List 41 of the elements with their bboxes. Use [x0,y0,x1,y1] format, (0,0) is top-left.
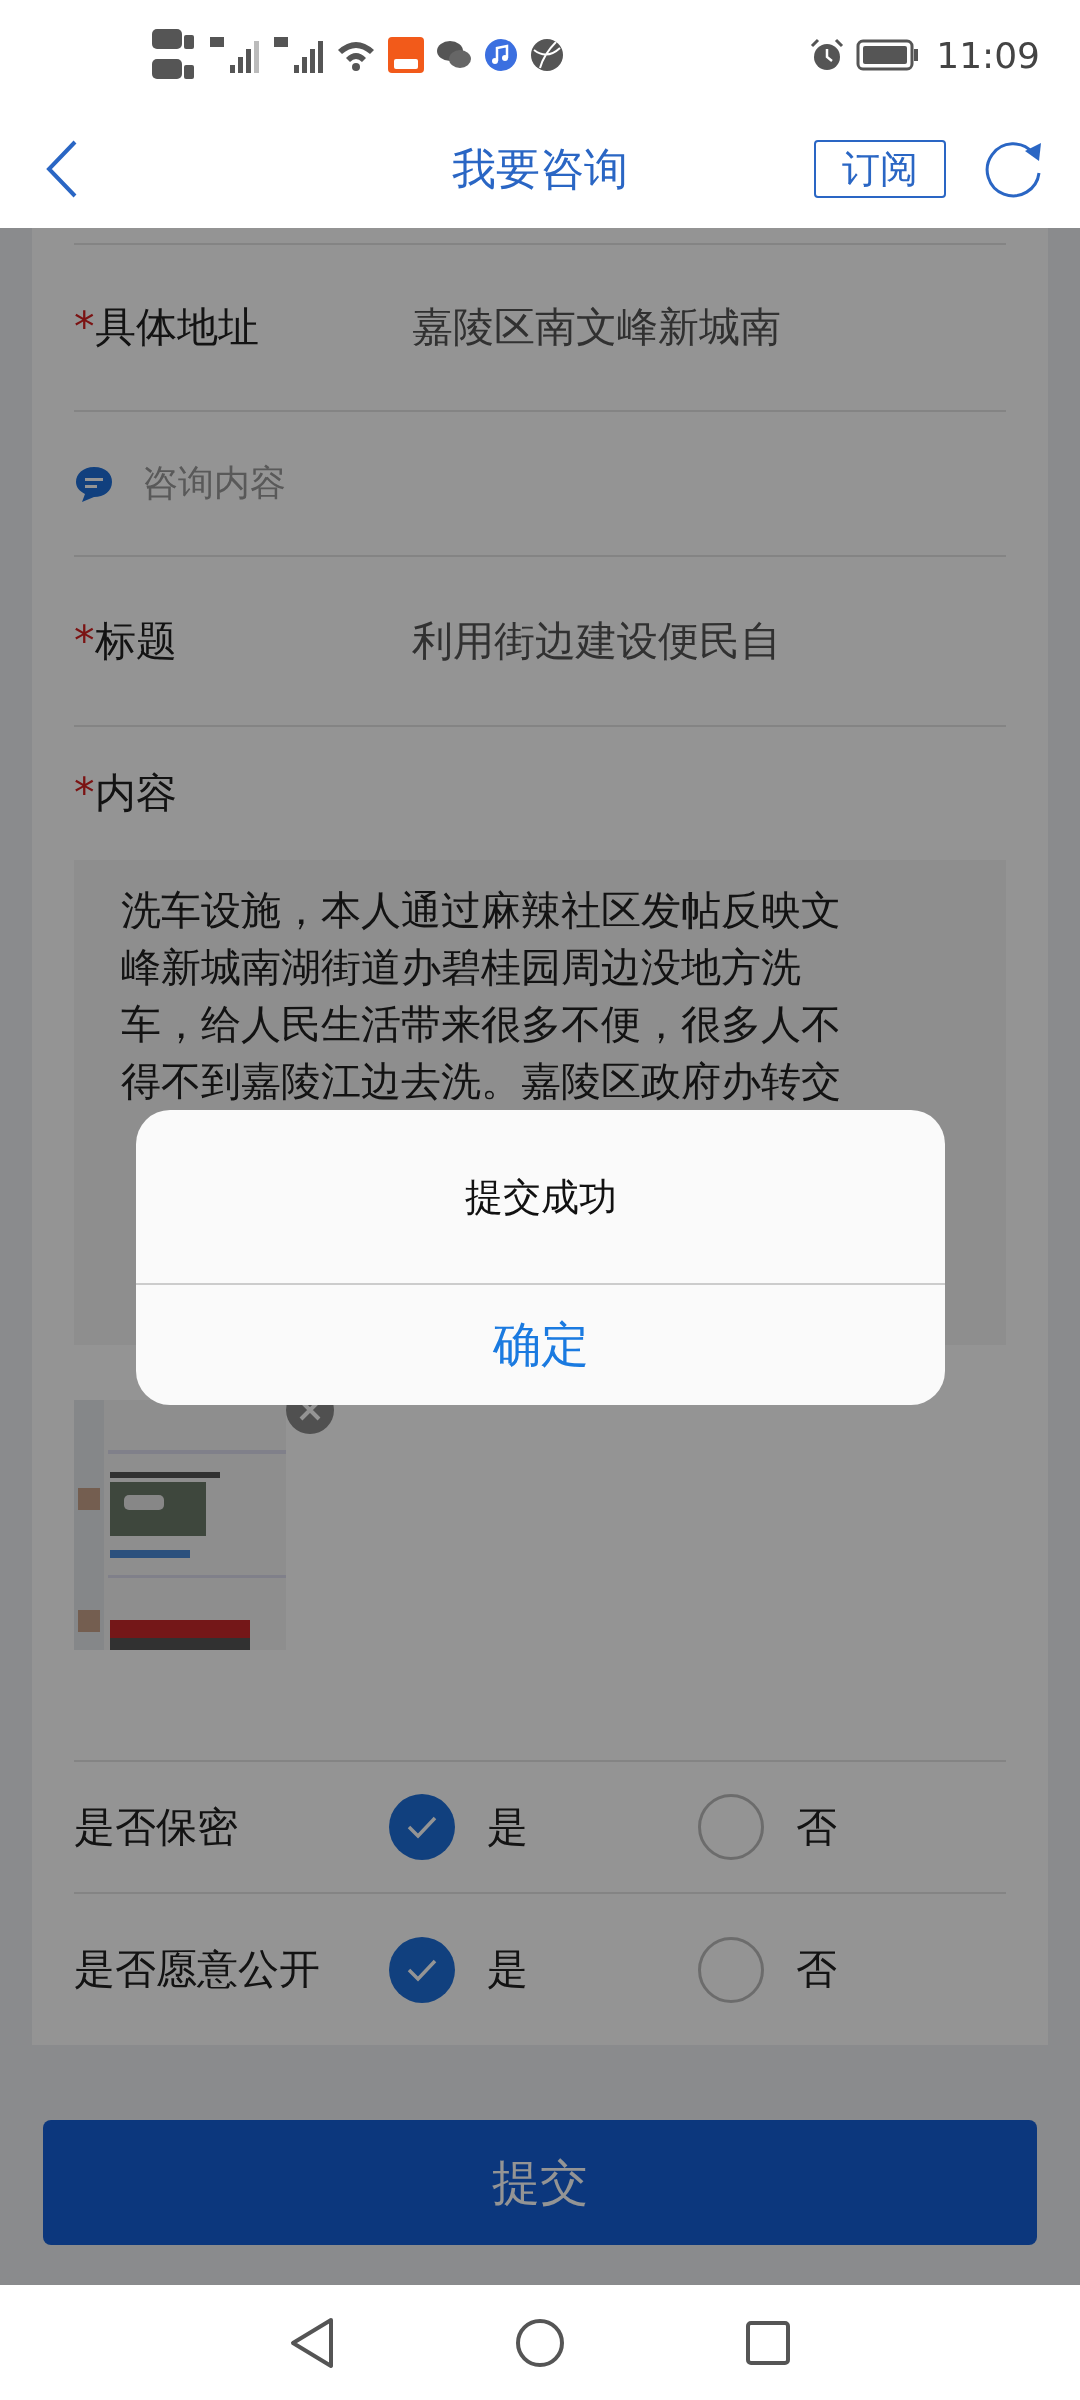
app-icon [388,37,424,73]
field-label: 具体地址 [94,303,259,351]
battery-icon [856,39,921,71]
field-label: 内容 [94,769,177,817]
radio-button[interactable] [389,1794,455,1860]
content-line: 得不到嘉陵江边去洗。嘉陵区政府办转交 [121,1057,842,1106]
option-choice: 是 [487,1944,528,1995]
required-mark: * [74,616,95,665]
recents-nav-icon[interactable] [745,2319,791,2366]
music-icon [484,38,518,72]
option-label: 是否保密 [74,1801,239,1853]
address-field[interactable]: 嘉陵区南文峰新城南 [412,300,781,355]
option-choice: 否 [795,1944,837,1995]
signal-icon [272,35,324,75]
submit-button[interactable]: 提交 [43,2120,1037,2245]
chat-icon [436,39,472,71]
back-icon[interactable] [45,140,79,198]
section-title: 咨询内容 [142,461,286,505]
page-title: 我要咨询 [452,141,628,196]
option-choice: 是 [487,1801,528,1853]
required-mark: * [74,303,95,351]
content-line: 车，给人民生活带来很多不便，很多人不 [121,1000,842,1049]
clock-time: 11:09 [936,34,1040,76]
globe-icon [530,38,564,72]
radio-button[interactable] [697,1794,764,1860]
required-mark: * [74,769,95,817]
option-label: 是否愿意公开 [74,1944,321,1995]
option-choice: 否 [795,1801,837,1853]
radio-button[interactable] [697,1936,764,2003]
home-nav-icon[interactable] [515,2317,565,2368]
field-label: 标题 [94,616,177,665]
subscribe-button[interactable]: 订阅 [814,140,946,198]
dialog-message: 提交成功 [464,1174,617,1221]
title-field[interactable]: 利用街边建设便民自 [412,613,781,669]
chat-bubble-icon [74,464,114,503]
content-line: 洗车设施，本人通过麻辣社区发帖反映文 [121,886,842,935]
alarm-icon [810,38,845,72]
signal-icon [208,35,260,75]
radio-button[interactable] [389,1936,455,2003]
content-line: 峰新城南湖街道办碧桂园周边没地方洗 [121,943,802,992]
back-nav-icon[interactable] [289,2316,335,2369]
